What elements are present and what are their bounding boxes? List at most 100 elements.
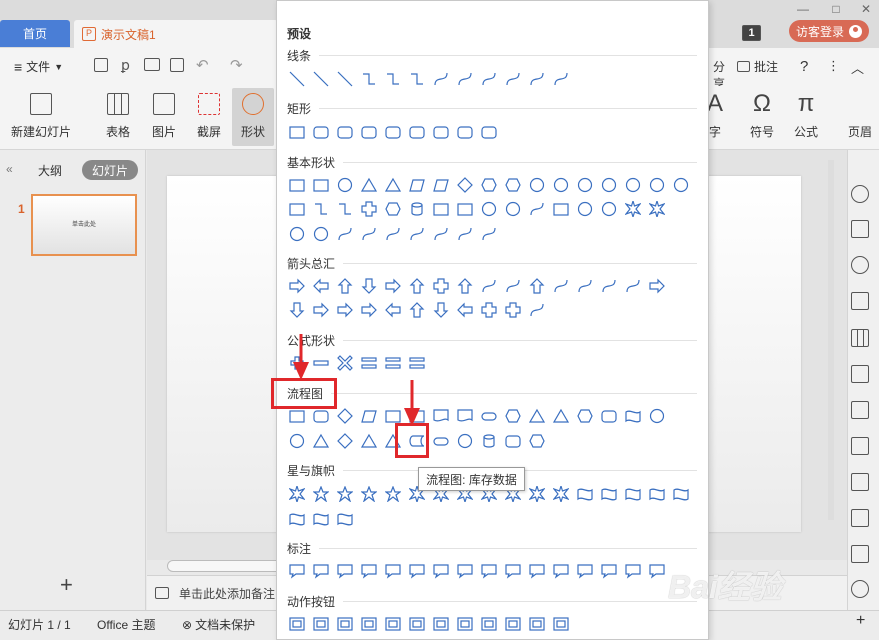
shape-cross-icon[interactable] (429, 274, 453, 298)
shape-ellipse-icon[interactable] (285, 222, 309, 246)
shape-curve-icon[interactable] (573, 274, 597, 298)
shape-minus-icon[interactable] (309, 351, 333, 375)
shape-elbow-icon[interactable] (357, 67, 381, 91)
shape-rect-icon[interactable] (285, 173, 309, 197)
shape-elbow-icon[interactable] (333, 197, 357, 221)
symbol-button[interactable]: Ω 符号 (742, 88, 782, 146)
shape-action-icon[interactable] (405, 612, 429, 636)
shape-callout-icon[interactable] (285, 559, 309, 583)
shape-rrect-icon[interactable] (381, 120, 405, 144)
shape-callout-icon[interactable] (381, 559, 405, 583)
shape-curve-icon[interactable] (333, 222, 357, 246)
shape-ellipse-icon[interactable] (477, 197, 501, 221)
save-icon[interactable] (94, 58, 108, 72)
zoom-in-icon[interactable]: + (856, 612, 865, 630)
undo-icon[interactable]: ↶ (196, 56, 209, 74)
shape-action-icon[interactable] (309, 612, 333, 636)
shape-doc-icon[interactable] (429, 404, 453, 428)
shape-burst-icon[interactable] (645, 197, 669, 221)
file-menu[interactable]: ≡ 文件 ▼ (14, 58, 63, 75)
shape-eq-icon[interactable] (357, 351, 381, 375)
shape-callout-icon[interactable] (429, 559, 453, 583)
shape-tri-icon[interactable] (357, 173, 381, 197)
shape-hex-icon[interactable] (501, 404, 525, 428)
shape-rect-icon[interactable] (453, 197, 477, 221)
shape-callout-icon[interactable] (357, 559, 381, 583)
shape-action-icon[interactable] (501, 612, 525, 636)
shape-hex-icon[interactable] (501, 173, 525, 197)
shape-star-icon[interactable] (381, 482, 405, 506)
shape-hex-icon[interactable] (525, 429, 549, 453)
shape-curve-icon[interactable] (453, 222, 477, 246)
theme-name[interactable]: Office 主题 (97, 616, 155, 633)
share-out-icon[interactable] (851, 509, 869, 527)
shape-ellipse-icon[interactable] (309, 222, 333, 246)
comment-button[interactable]: 批注 (737, 58, 778, 75)
header-footer-button[interactable]: 页眉 (845, 88, 875, 146)
shape-ellipse-icon[interactable] (669, 173, 693, 197)
shape-effect-icon[interactable] (851, 256, 869, 274)
shape-curve-icon[interactable] (621, 274, 645, 298)
vertical-scrollbar[interactable] (828, 160, 834, 520)
shape-flag-icon[interactable] (645, 482, 669, 506)
shape-ellipse-icon[interactable] (597, 197, 621, 221)
shape-flag-icon[interactable] (621, 482, 645, 506)
shape-rrect-icon[interactable] (405, 120, 429, 144)
shape-arrowR-icon[interactable] (309, 298, 333, 322)
shape-cross-icon[interactable] (357, 197, 381, 221)
shape-ellipse-icon[interactable] (645, 404, 669, 428)
shape-callout-icon[interactable] (621, 559, 645, 583)
shape-para-icon[interactable] (429, 173, 453, 197)
print-preview-icon[interactable] (170, 58, 184, 72)
shape-action-icon[interactable] (549, 612, 573, 636)
shape-action-icon[interactable] (477, 612, 501, 636)
table-button[interactable]: 表格 (98, 88, 138, 146)
fill-icon[interactable] (851, 292, 869, 310)
shape-ellipse-icon[interactable] (573, 173, 597, 197)
add-slide-icon[interactable]: + (60, 572, 73, 598)
table-tool-icon[interactable] (851, 329, 869, 347)
shape-para-icon[interactable] (405, 173, 429, 197)
shape-flag-icon[interactable] (669, 482, 693, 506)
maximize-icon[interactable]: □ (829, 2, 843, 16)
shape-callout-icon[interactable] (549, 559, 573, 583)
shape-curve-icon[interactable] (549, 274, 573, 298)
shape-rect-icon[interactable] (285, 120, 309, 144)
animation-icon[interactable] (851, 185, 869, 203)
shape-callout-icon[interactable] (573, 559, 597, 583)
shape-arrowL-icon[interactable] (453, 298, 477, 322)
tab-home[interactable]: 首页 (0, 20, 70, 47)
shape-rect-icon[interactable] (549, 197, 573, 221)
shape-tri-icon[interactable] (309, 429, 333, 453)
shape-curve-icon[interactable] (405, 222, 429, 246)
shape-diamond-icon[interactable] (453, 173, 477, 197)
close-icon[interactable]: ✕ (859, 2, 873, 16)
shape-ellipse-icon[interactable] (501, 197, 525, 221)
collapse-ribbon-icon[interactable]: ︿ (851, 58, 864, 77)
shape-burst-icon[interactable] (525, 482, 549, 506)
shape-arrowU-icon[interactable] (405, 274, 429, 298)
shape-arrowL-icon[interactable] (309, 274, 333, 298)
shape-burst-icon[interactable] (549, 482, 573, 506)
more-icon[interactable]: ⋮ (827, 58, 840, 74)
shape-star-icon[interactable] (309, 482, 333, 506)
shape-ellipse-icon[interactable] (285, 429, 309, 453)
shape-elbow-icon[interactable] (405, 67, 429, 91)
new-slide-button[interactable]: 新建幻灯片 (8, 88, 74, 146)
shape-cyl-icon[interactable] (405, 197, 429, 221)
shape-line-icon[interactable] (333, 67, 357, 91)
shape-action-icon[interactable] (285, 612, 309, 636)
shape-ellipse-icon[interactable] (525, 173, 549, 197)
shape-curve-icon[interactable] (501, 274, 525, 298)
shape-flag-icon[interactable] (285, 507, 309, 531)
shape-hex-icon[interactable] (381, 197, 405, 221)
shape-curve-icon[interactable] (453, 67, 477, 91)
shape-flag-icon[interactable] (573, 482, 597, 506)
layout-icon[interactable] (851, 220, 869, 238)
shape-callout-icon[interactable] (333, 559, 357, 583)
shape-star-icon[interactable] (333, 482, 357, 506)
redo-icon[interactable]: ↷ (230, 56, 243, 74)
shape-ellipse-icon[interactable] (549, 173, 573, 197)
shape-action-icon[interactable] (333, 612, 357, 636)
shape-burst-icon[interactable] (285, 482, 309, 506)
